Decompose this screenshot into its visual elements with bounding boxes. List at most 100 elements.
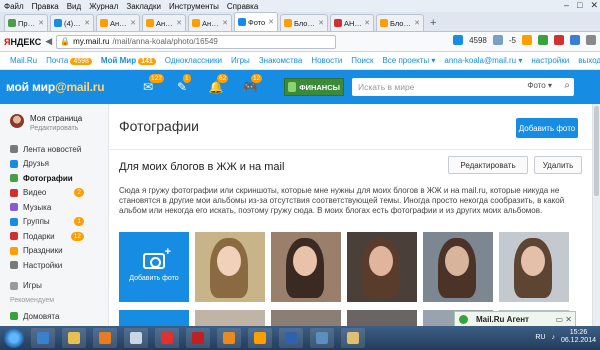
portal-nav-item[interactable]: Mail.Ru	[10, 56, 37, 65]
language-indicator[interactable]: RU	[535, 334, 545, 341]
photo-thumbnail[interactable]	[499, 232, 569, 302]
portal-nav-item[interactable]: Поиск	[351, 56, 373, 65]
portal-nav-item[interactable]: Игры	[231, 56, 250, 65]
browser-tab[interactable]: Анна Вяч✕	[188, 14, 232, 31]
edit-profile-link[interactable]: Редактировать	[30, 125, 82, 132]
chat-icon[interactable]: ✉ 122	[140, 74, 164, 94]
close-icon[interactable]: ✕	[590, 0, 598, 11]
skype-icon[interactable]	[570, 35, 580, 45]
browser-tab[interactable]: Анна Вяч✕	[142, 14, 186, 31]
menu-item[interactable]: Правка	[32, 2, 59, 11]
browser-tab[interactable]: Фото ✕	[234, 12, 278, 31]
tab-close-icon[interactable]: ✕	[38, 19, 44, 27]
weather-icon[interactable]	[492, 35, 503, 45]
photo-thumbnail[interactable]	[347, 310, 417, 326]
sidebar-item[interactable]: Подарки 12	[10, 229, 108, 244]
browser-tab[interactable]: (4) Входя✕	[50, 14, 94, 31]
sidebar-item[interactable]: Праздники	[10, 244, 108, 259]
photo-thumbnail[interactable]	[195, 310, 265, 326]
sidebar-item-games[interactable]: Игры	[10, 279, 108, 294]
tab-close-icon[interactable]: ✕	[364, 19, 370, 27]
games-icon[interactable]: 🎮 12	[242, 74, 263, 94]
opera-icon[interactable]	[186, 328, 210, 348]
delete-album-button[interactable]: Удалить	[534, 156, 582, 174]
tab-close-icon[interactable]: ✕	[318, 19, 324, 27]
new-tab-button[interactable]: +	[426, 17, 440, 31]
yandex-browser-icon[interactable]	[155, 328, 179, 348]
edit-album-button[interactable]: Редактировать	[448, 156, 528, 174]
ie-icon[interactable]	[31, 328, 55, 348]
menu-item[interactable]: Справка	[227, 2, 258, 11]
browser-tab[interactable]: Анна Вяч✕	[96, 14, 140, 31]
sidebar-item[interactable]: Группы 1	[10, 215, 108, 230]
scrollbar-thumb[interactable]	[594, 106, 599, 196]
menu-item[interactable]: Инструменты	[169, 2, 219, 11]
photo-viewer-icon[interactable]	[310, 328, 334, 348]
tab-close-icon[interactable]: ✕	[222, 19, 228, 27]
portal-nav-item[interactable]: Мой Мир 141	[101, 56, 156, 65]
sidebar-item[interactable]: Друзья	[10, 157, 108, 172]
portal-nav-item[interactable]: Все проекты ▾	[382, 56, 435, 65]
menu-item[interactable]: Журнал	[89, 2, 118, 11]
add-photo-button[interactable]: Добавить фото	[516, 118, 578, 138]
back-arrow-icon[interactable]: ◀	[45, 36, 52, 47]
logout-link[interactable]: выход	[578, 56, 600, 65]
search-icon[interactable]: ⌕	[564, 80, 570, 91]
search-scope-dropdown[interactable]: Фото ▾	[527, 81, 552, 90]
folder-icon[interactable]	[341, 328, 365, 348]
browser-tab[interactable]: Прокурат✕	[4, 14, 48, 31]
portal-nav-item[interactable]: Одноклассники	[165, 56, 222, 65]
mail-agent-bar[interactable]: Mail.Ru Агент ▭ ✕	[454, 311, 576, 327]
world-search-input[interactable]: Искать в мире Фото ▾ ⌕	[352, 78, 574, 96]
sidebar-item[interactable]: Настройки	[10, 258, 108, 273]
bell-icon[interactable]: 🔔 62	[208, 74, 229, 94]
browser-tab[interactable]: Блог. Ксен✕	[280, 14, 328, 31]
toolbar-icon[interactable]	[554, 35, 564, 45]
bookmark-icon[interactable]	[538, 35, 548, 45]
sidebar-item[interactable]: Фотографии	[10, 171, 108, 186]
menu-item[interactable]: Закладки	[126, 2, 161, 11]
tab-close-icon[interactable]: ✕	[130, 19, 136, 27]
mail-agent-icon[interactable]	[248, 328, 272, 348]
agent-window-controls[interactable]: ▭ ✕	[556, 315, 575, 324]
menu-icon[interactable]	[586, 35, 596, 45]
minimize-icon[interactable]: –	[564, 0, 569, 11]
user-email-menu[interactable]: anna-koala@mail.ru ▾	[444, 56, 522, 65]
explorer-icon[interactable]	[62, 328, 86, 348]
maximize-icon[interactable]: □	[577, 0, 582, 11]
portal-nav-item[interactable]: Знакомства	[259, 56, 303, 65]
portal-nav-item[interactable]: Почта 4598	[46, 56, 92, 65]
sidebar-item-domovyata[interactable]: Домовята	[10, 309, 108, 324]
portal-nav-item[interactable]: Новости	[311, 56, 342, 65]
yandex-logo[interactable]: ЯНДЕКС	[4, 37, 41, 47]
tab-close-icon[interactable]: ✕	[84, 19, 90, 27]
photo-thumbnail[interactable]	[195, 232, 265, 302]
photo-thumbnail[interactable]	[271, 310, 341, 326]
tab-close-icon[interactable]: ✕	[414, 19, 420, 27]
window-controls[interactable]: – □ ✕	[564, 0, 598, 11]
page-scrollbar[interactable]	[592, 104, 600, 326]
settings-link[interactable]: настройки	[531, 56, 569, 65]
media-icon[interactable]	[93, 328, 117, 348]
menu-item[interactable]: Вид	[67, 2, 81, 11]
mymir-logo[interactable]: мой мир@mail.ru	[6, 80, 132, 94]
browser-tab[interactable]: Блог. Ксен✕	[376, 14, 424, 31]
photo-thumbnail[interactable]	[347, 232, 417, 302]
photo-thumbnail[interactable]	[271, 232, 341, 302]
sidebar-item[interactable]: Лента новостей	[10, 142, 108, 157]
browser-tab[interactable]: АННА ВЯ✕	[330, 14, 374, 31]
word-icon[interactable]	[279, 328, 303, 348]
extension-icon[interactable]	[522, 35, 532, 45]
sidebar-item[interactable]: Видео 2	[10, 186, 108, 201]
start-button[interactable]	[4, 328, 24, 348]
menu-item[interactable]: Файл	[4, 2, 24, 11]
finance-button[interactable]: ФИНАНСЫ	[284, 78, 344, 96]
photo-thumbnail[interactable]	[423, 232, 493, 302]
avatar[interactable]	[10, 114, 24, 128]
paint-icon[interactable]	[124, 328, 148, 348]
profile-name[interactable]: Моя страница	[30, 114, 82, 123]
photo-thumbnail[interactable]	[119, 310, 189, 326]
mail-icon[interactable]	[453, 35, 464, 45]
clock[interactable]: 15:26 06.12.2014	[561, 329, 596, 345]
volume-icon[interactable]: ♪	[551, 334, 555, 341]
